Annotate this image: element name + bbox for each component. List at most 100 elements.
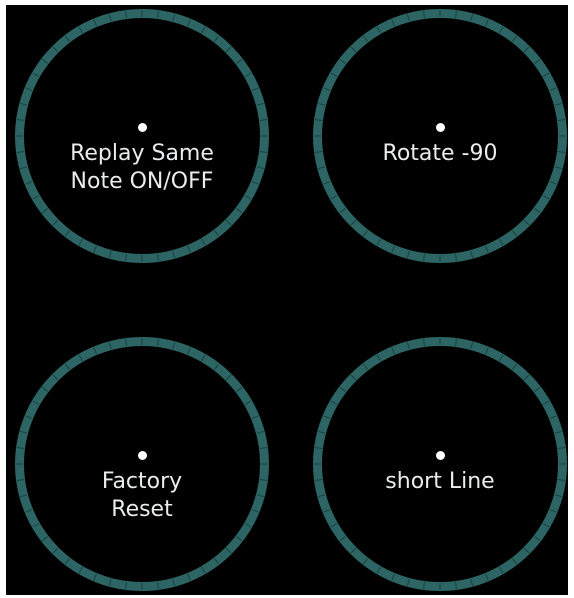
controller-panel: Replay Same Note ON/OFF Rotate -90 Facto… (6, 5, 568, 595)
ring-tick (549, 509, 557, 513)
ring-tick (236, 58, 243, 64)
ring-tick (236, 208, 243, 214)
ring-tick (534, 58, 541, 64)
ring-tick (108, 578, 112, 586)
ring-tick (78, 238, 83, 246)
ring-tick (32, 400, 40, 405)
ring-tick (549, 181, 557, 185)
ring-tick (108, 250, 112, 258)
ring-tick (93, 245, 97, 253)
ring-tick (423, 253, 425, 261)
ring-tick (52, 219, 59, 226)
ring-tick (350, 219, 357, 226)
ring-tick (406, 250, 410, 258)
ring-tick (485, 573, 489, 581)
ring-tick (244, 72, 252, 77)
ring-tick (52, 46, 59, 53)
ring-tick (318, 430, 326, 434)
ring-tick (362, 35, 368, 42)
ring-tick (251, 87, 259, 91)
ring-tick (251, 415, 259, 419)
knob-factory-reset[interactable]: Factory Reset (15, 337, 269, 591)
ring-tick (157, 253, 159, 261)
ring-tick (534, 536, 541, 542)
ring-tick (423, 339, 425, 347)
ring-tick (557, 447, 565, 449)
ring-tick (52, 374, 59, 381)
ring-tick (41, 208, 48, 214)
ring-tick (391, 19, 395, 27)
ring-tick (259, 447, 267, 449)
ring-tick (64, 35, 70, 42)
ring-tick (323, 509, 331, 513)
ring-tick (523, 46, 530, 53)
ring-tick (93, 19, 97, 27)
ring-ticks (16, 338, 268, 590)
ring-tick (214, 230, 220, 237)
ring-tick (423, 11, 425, 19)
ring-tick (78, 354, 83, 362)
ring-tick (542, 72, 550, 77)
ring-tick (534, 208, 541, 214)
ring-tick (554, 102, 562, 106)
ring-tick (236, 536, 243, 542)
ring-tick (406, 578, 410, 586)
ring-tick (259, 479, 267, 481)
ring-tick (557, 479, 565, 481)
ring-tick (323, 415, 331, 419)
ring-tick (339, 58, 346, 64)
ring-tick (512, 35, 518, 42)
ring-tick (236, 386, 243, 392)
ring-tick (125, 581, 127, 589)
ring-tick (376, 354, 381, 362)
ring-tick (201, 354, 206, 362)
ring-tick (323, 181, 331, 185)
ring-tick (214, 558, 220, 565)
ring-tick (93, 347, 97, 355)
ring-tick (187, 245, 191, 253)
ring-tick (93, 573, 97, 581)
knob-indicator-dot (435, 123, 445, 132)
ring-tick (125, 11, 127, 19)
ring-tick (108, 342, 112, 350)
ring-tick (78, 566, 83, 574)
ring-tick (315, 479, 323, 481)
ring-tick (485, 245, 489, 253)
knob-label: Rotate -90 (382, 141, 498, 166)
ring-tick (330, 195, 338, 200)
ring-tick (20, 430, 28, 434)
ring-tick (17, 119, 25, 121)
ring-tick (157, 11, 159, 19)
ring-tick (423, 581, 425, 589)
ring-tick (485, 347, 489, 355)
ring-tick (512, 363, 518, 370)
ring-tick (362, 363, 368, 370)
ring-tick (201, 566, 206, 574)
ring-tick (157, 581, 159, 589)
ring-tick (259, 151, 267, 153)
knob-replay-same-note[interactable]: Replay Same Note ON/OFF (15, 9, 269, 263)
ring-tick (125, 339, 127, 347)
ring-tick (330, 400, 338, 405)
knob-short-line[interactable]: short Line (313, 337, 567, 591)
ring-tick (406, 14, 410, 22)
ring-tick (499, 566, 504, 574)
ring-tick (41, 536, 48, 542)
knob-indicator-dot (137, 451, 147, 460)
knob-rotate[interactable]: Rotate -90 (313, 9, 567, 263)
ring-tick (549, 87, 557, 91)
ring-tick (225, 219, 232, 226)
ring-tick (339, 386, 346, 392)
ring-tick (78, 26, 83, 34)
ring-tick (32, 195, 40, 200)
ring-tick (557, 151, 565, 153)
ring-tick (499, 354, 504, 362)
ring-tick (187, 573, 191, 581)
ring-tick (455, 339, 457, 347)
ring-tick (172, 250, 176, 258)
ring-tick (315, 447, 323, 449)
ring-tick (64, 363, 70, 370)
ring-tick (499, 238, 504, 246)
ring-tick (172, 342, 176, 350)
ring-tick (244, 400, 252, 405)
